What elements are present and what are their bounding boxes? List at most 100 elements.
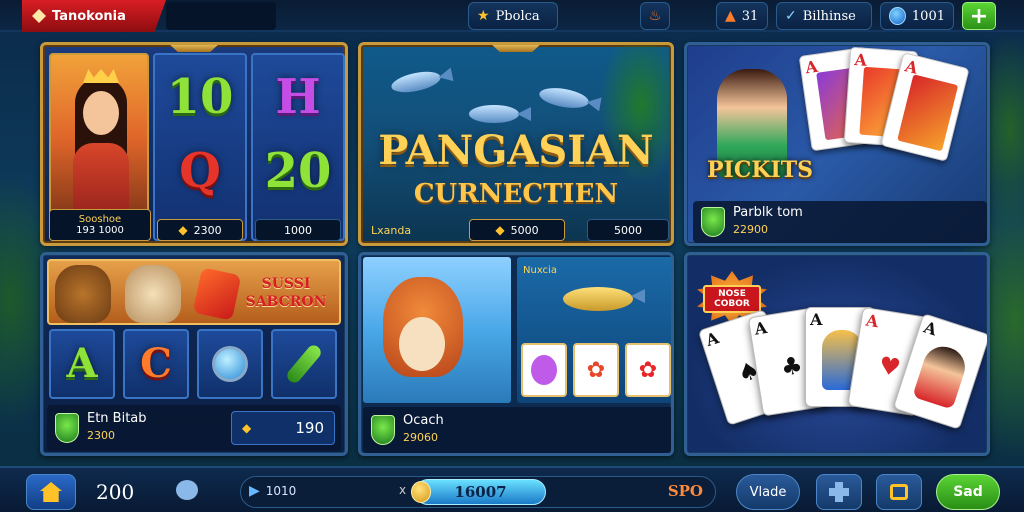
shield-icon (701, 207, 725, 237)
frame-ornament (167, 45, 221, 52)
card-rank: A (921, 317, 940, 340)
heroine-name: Sooshoe (78, 214, 122, 225)
check-icon: ✓ (785, 8, 797, 24)
center-resource-value: Pbolca (495, 8, 540, 24)
game-label: Lxanda (371, 223, 412, 237)
brand-banner[interactable]: Tanokonia (22, 0, 166, 32)
poker-game-card[interactable]: NOSE COBOR A ♠ A ♣ A A ♥ A (684, 252, 990, 456)
brand-banner-extension (166, 2, 276, 30)
tile-letter: A (66, 340, 98, 387)
mini-card: ✿ (625, 343, 671, 397)
center-resource-pill[interactable]: ★ Pbolca (468, 2, 558, 30)
store-button[interactable]: ✓ Bilhinse (776, 2, 872, 30)
card-rank: A (810, 310, 823, 329)
progress-value: 16007 (454, 483, 507, 501)
progress-multiplier: x (399, 483, 407, 497)
leaf-icon (284, 342, 324, 386)
home-button[interactable] (26, 474, 76, 510)
symbol-tile (197, 329, 263, 399)
creature-game-card[interactable]: Nuxcia ✿ ✿ Ocach 29060 (358, 252, 674, 456)
win-display: 1000 (255, 219, 341, 241)
mini-card: ✿ (573, 343, 619, 397)
fish-scene: Nuxcia ✿ ✿ (517, 257, 671, 403)
send-label: Sad (953, 484, 983, 500)
player-amount: 29060 (403, 431, 438, 444)
chat-icon[interactable] (176, 480, 198, 500)
reel-symbol: Q (179, 143, 221, 199)
info-bar: Ocach 29060 (363, 407, 671, 453)
bet-value: 2300 (193, 223, 222, 237)
info-bar: Etn Bitab 2300 ◆ 190 (47, 405, 341, 451)
heroine-sub: 193 1000 (76, 225, 124, 236)
progress-right: SPO (667, 482, 703, 500)
mode-button[interactable]: Vlade (736, 474, 800, 510)
player-name: Ocach (403, 413, 444, 428)
progress-fill: 16007 (415, 479, 546, 505)
max-value: 5000 (614, 223, 642, 237)
bet-display: ◆ 2300 (157, 219, 243, 241)
slot-game-card[interactable]: 10 Q H 20 Sooshoe 193 1000 ◆ 2300 1000 (40, 42, 348, 246)
shield-icon (371, 415, 395, 445)
progress-bar[interactable]: ▶ 1010 x 16007 SPO (240, 476, 716, 508)
player-amount: 2300 (87, 429, 115, 442)
card-game-card[interactable]: A A A PICKITS Parblk tom 22900 (684, 42, 990, 246)
game-subtitle: CURNECTIEN (413, 179, 619, 209)
home-icon (40, 482, 62, 502)
beast-slot-card[interactable]: SUSSI SABCRON A C Etn Bitab 2300 ◆ 190 (40, 252, 348, 456)
fishing-game-card[interactable]: PANGASIAN CURNECTIEN Lxanda ◆ 5000 5000 (358, 42, 674, 246)
gem-icon (889, 7, 906, 25)
progress-left-value: 1010 (265, 484, 297, 498)
brand-name: Tanokonia (52, 8, 126, 24)
frame-ornament (489, 45, 543, 52)
mini-card (521, 343, 567, 397)
puzzle-button[interactable] (816, 474, 862, 510)
coin-icon (411, 481, 431, 503)
inventory-button[interactable] (876, 474, 922, 510)
heroine-name-tag: Sooshoe 193 1000 (49, 209, 151, 241)
store-label: Bilhinse (802, 8, 856, 24)
value-display[interactable]: ◆ 190 (231, 411, 335, 445)
player-name: Parblk tom (733, 205, 803, 220)
shield-icon (55, 413, 79, 443)
flame-counter-value: 31 (741, 8, 759, 24)
club-icon: ♣ (778, 350, 805, 382)
gem-counter: 1001 (880, 2, 954, 30)
send-button[interactable]: Sad (936, 474, 1000, 510)
flame-counter: ▲ 31 (716, 2, 768, 30)
info-bar: Parblk tom 22900 (693, 201, 987, 243)
max-display: 5000 (587, 219, 669, 241)
puzzle-icon (829, 482, 849, 502)
card-rank: A (864, 310, 880, 332)
add-currency-button[interactable]: + (962, 2, 996, 30)
coin-value: 5000 (510, 223, 539, 237)
tile-letter: C (140, 340, 172, 387)
reel-symbol: 10 (166, 69, 234, 125)
coin-icon: ◆ (242, 421, 252, 435)
top-bar: Tanokonia ★ Pbolca ♨ ▲ 31 ✓ Bilhinse 100… (0, 0, 1024, 32)
game-title: PANGASIAN (378, 127, 654, 174)
coin-icon: ◆ (495, 223, 505, 237)
flower-icon: ✿ (638, 357, 658, 383)
lion-icon (125, 265, 181, 323)
balance-value: 200 (96, 480, 135, 504)
fish-icon (563, 287, 633, 311)
card-rank: A (703, 328, 722, 351)
character-art-icon (912, 341, 971, 410)
star-icon: ★ (477, 8, 490, 24)
flame-button[interactable]: ♨ (640, 2, 670, 30)
player-name: Etn Bitab (87, 411, 147, 426)
banner-text: SUSSI SABCRON (245, 276, 327, 310)
bear-icon (55, 265, 111, 323)
mode-label: Vlade (749, 484, 787, 500)
plus-icon: + (969, 3, 989, 29)
flower-icon: ✿ (586, 357, 606, 383)
card-rank: A (753, 317, 769, 339)
game-title: PICKITS (707, 157, 814, 183)
flame-icon: ♨ (648, 8, 662, 24)
box-icon (890, 484, 908, 500)
badge-label: NOSE COBOR (703, 285, 761, 313)
reel-2: H 20 (251, 53, 345, 241)
heart-icon: ♥ (876, 351, 903, 383)
coin-icon: ◆ (178, 223, 188, 237)
symbol-tile (271, 329, 337, 399)
